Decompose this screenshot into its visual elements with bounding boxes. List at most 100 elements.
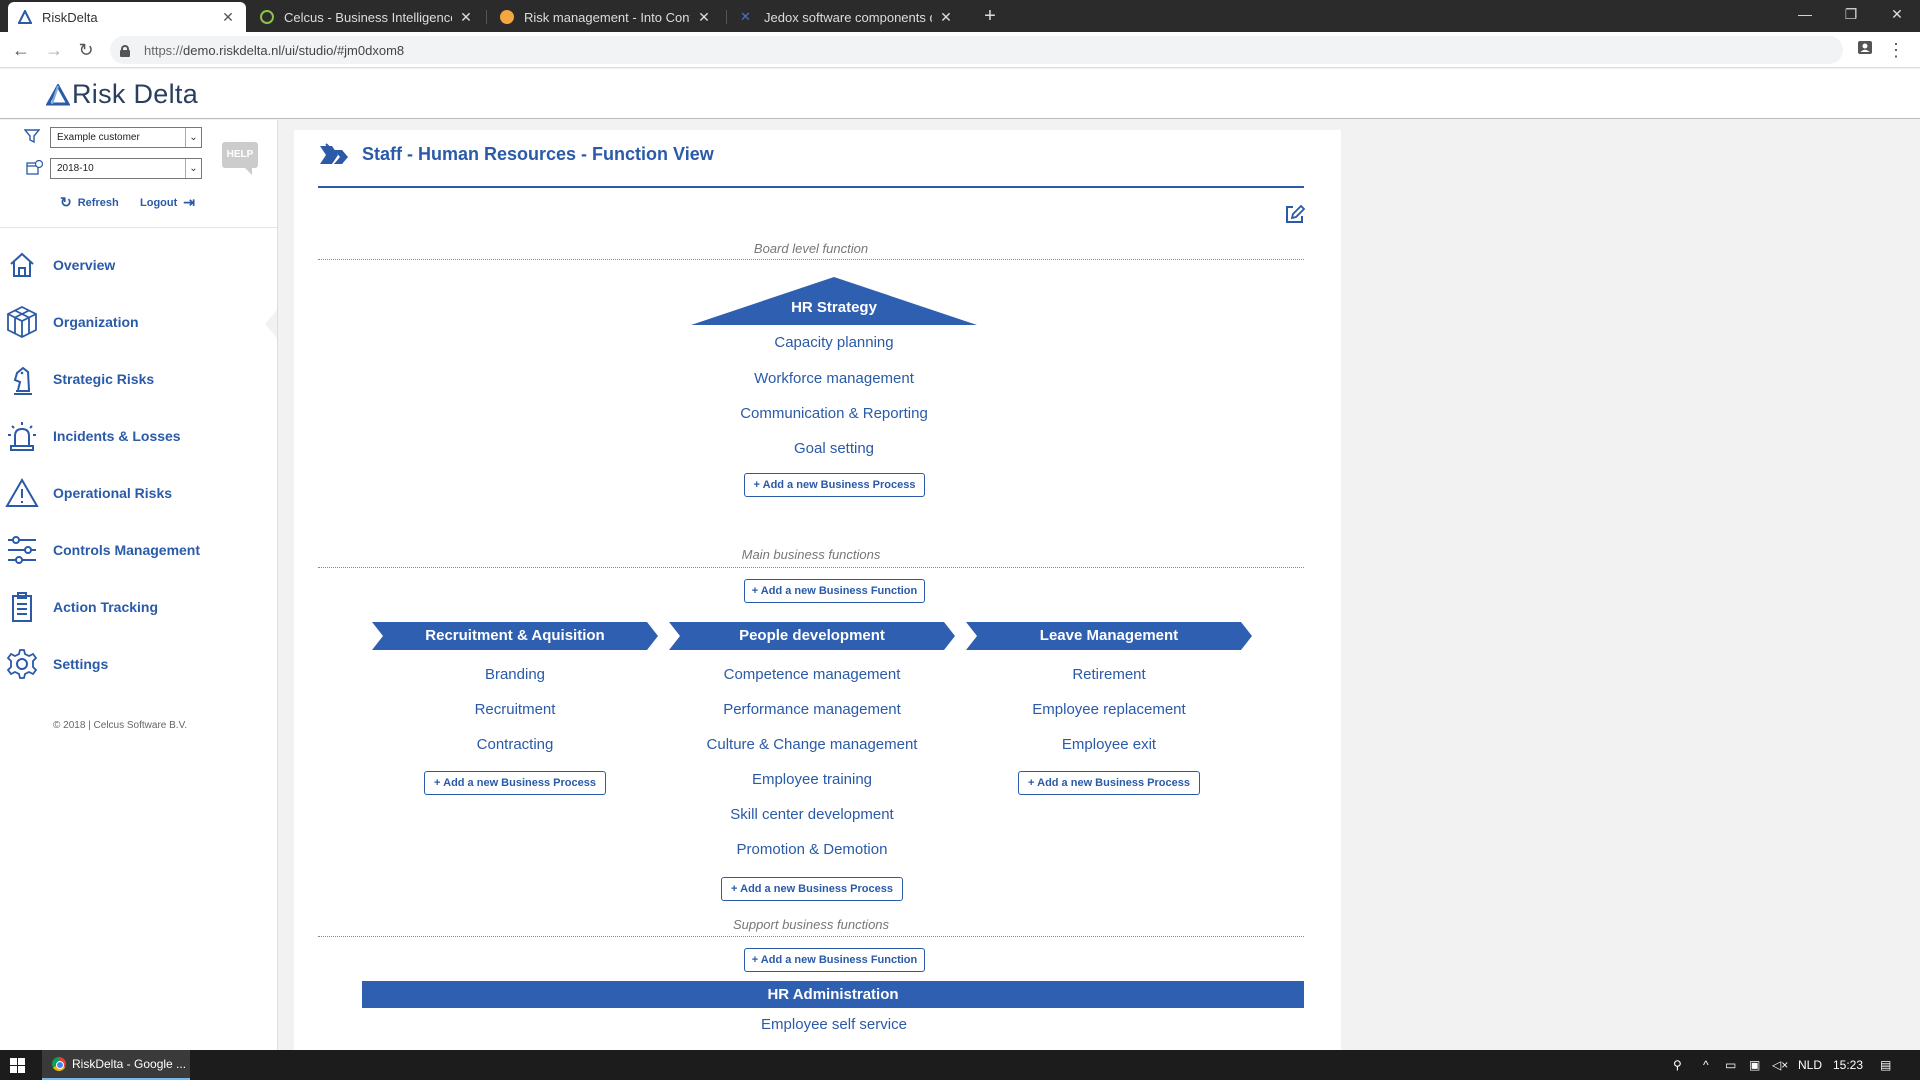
process-contracting[interactable]: Contracting <box>370 736 660 753</box>
reload-button[interactable]: ↻ <box>74 38 98 62</box>
people-icon[interactable]: ⚲ <box>1673 1050 1682 1080</box>
refresh-button[interactable]: ↻ Refresh <box>60 194 119 211</box>
browser-menu-icon[interactable]: ⋮ <box>1884 38 1908 62</box>
help-button[interactable]: HELP <box>222 142 258 175</box>
sidebar-item-organization[interactable]: Organization <box>0 299 277 345</box>
address-bar[interactable]: https:// demo.riskdelta.nl/ui/studio/#jm… <box>110 36 1843 64</box>
sidebar-item-operational-risks[interactable]: Operational Risks <box>0 470 277 516</box>
windows-start-icon[interactable] <box>10 1058 25 1073</box>
taskbar-app-label: RiskDelta - Google ... <box>72 1057 187 1071</box>
sidebar-item-controls-management[interactable]: Controls Management <box>0 527 277 573</box>
process-skill-center-development[interactable]: Skill center development <box>667 806 957 823</box>
main-function-recruitment[interactable]: Recruitment & Aquisition <box>372 622 658 650</box>
add-business-function-button[interactable]: + Add a new Business Function <box>744 948 925 972</box>
logout-button[interactable]: Logout ⇥ <box>140 194 195 211</box>
process-employee-training[interactable]: Employee training <box>667 771 957 788</box>
customer-select[interactable]: Example customer ⌄ <box>50 127 202 148</box>
section-label-main: Main business functions <box>741 547 881 562</box>
alarm-light-icon <box>4 418 40 454</box>
taskbar-app-chrome[interactable]: RiskDelta - Google ... <box>42 1050 190 1080</box>
process-promotion-demotion[interactable]: Promotion & Demotion <box>667 841 957 858</box>
process-employee-replacement[interactable]: Employee replacement <box>964 701 1254 718</box>
process-recruitment[interactable]: Recruitment <box>370 701 660 718</box>
sidebar-item-incidents-losses[interactable]: Incidents & Losses <box>0 413 277 459</box>
board-function-hr-strategy[interactable]: HR Strategy <box>691 277 977 327</box>
add-business-function-button[interactable]: + Add a new Business Function <box>744 579 925 603</box>
language-indicator[interactable]: NLD <box>1798 1050 1822 1080</box>
new-tab-button[interactable]: + <box>978 4 1002 28</box>
chevron-down-icon: ⌄ <box>185 128 201 147</box>
process-employee-self-service[interactable]: Employee self service <box>689 1016 979 1033</box>
sidebar-divider <box>0 227 277 228</box>
profile-icon[interactable] <box>1853 38 1877 62</box>
close-tab-icon[interactable]: ✕ <box>220 9 236 26</box>
process-employee-exit[interactable]: Employee exit <box>964 736 1254 753</box>
sliders-icon <box>4 532 40 568</box>
notifications-icon[interactable]: ▤ <box>1880 1050 1891 1080</box>
forward-button[interactable]: → <box>42 38 66 62</box>
process-communication-reporting[interactable]: Communication & Reporting <box>689 405 979 422</box>
warning-icon <box>4 475 40 511</box>
process-goal-setting[interactable]: Goal setting <box>689 440 979 457</box>
tab-title: Celcus - Business Intelligence en <box>284 9 452 25</box>
process-competence-management[interactable]: Competence management <box>667 666 957 683</box>
browser-tab-intocontrol[interactable]: Risk management - Into Control ✕ <box>490 2 722 32</box>
process-workforce-management[interactable]: Workforce management <box>689 370 979 387</box>
period-select[interactable]: 2018-10 ⌄ <box>50 158 202 179</box>
close-tab-icon[interactable]: ✕ <box>458 9 474 26</box>
close-tab-icon[interactable]: ✕ <box>696 9 712 26</box>
gear-icon <box>4 646 40 682</box>
process-performance-management[interactable]: Performance management <box>667 701 957 718</box>
edit-icon[interactable] <box>1284 203 1306 225</box>
clock[interactable]: 15:23 <box>1833 1050 1863 1080</box>
process-capacity-planning[interactable]: Capacity planning <box>689 334 979 351</box>
close-window-button[interactable]: ✕ <box>1874 0 1920 28</box>
tab-separator <box>486 10 487 24</box>
customer-select-value: Example customer <box>57 132 140 143</box>
sidebar-item-strategic-risks[interactable]: Strategic Risks <box>0 356 277 402</box>
battery-icon[interactable]: ▭ <box>1725 1050 1736 1080</box>
function-name: Recruitment & Aquisition <box>425 627 605 644</box>
network-icon[interactable]: ▣ <box>1749 1050 1760 1080</box>
main-function-leave-management[interactable]: Leave Management <box>966 622 1252 650</box>
support-function-hr-administration[interactable]: HR Administration <box>362 981 1304 1008</box>
process-culture-change-management[interactable]: Culture & Change management <box>667 736 957 753</box>
logout-icon: ⇥ <box>183 194 195 210</box>
section-label-support: Support business functions <box>732 917 890 932</box>
riskdelta-logo[interactable]: Risk Delta <box>46 79 198 110</box>
browser-toolbar: ← → ↻ https:// demo.riskdelta.nl/ui/stud… <box>0 32 1920 68</box>
celcus-favicon-icon <box>260 10 274 24</box>
section-divider <box>318 567 1304 568</box>
main-function-people-development[interactable]: People development <box>669 622 955 650</box>
browser-tab-strip: RiskDelta ✕ Celcus - Business Intelligen… <box>0 0 1920 32</box>
volume-muted-icon[interactable]: ◁× <box>1772 1050 1788 1080</box>
browser-tab-jedox[interactable]: ✕ Jedox software components driv ✕ <box>730 2 964 32</box>
tray-chevron-up-icon[interactable]: ^ <box>1703 1050 1709 1080</box>
sidebar-item-label: Action Tracking <box>53 599 159 615</box>
title-underline <box>318 186 1304 188</box>
sidebar-item-settings[interactable]: Settings <box>0 641 277 687</box>
sidebar-item-overview[interactable]: Overview <box>0 242 277 288</box>
add-business-process-button[interactable]: + Add a new Business Process <box>424 771 606 795</box>
process-branding[interactable]: Branding <box>370 666 660 683</box>
logout-label: Logout <box>140 196 178 209</box>
add-business-process-button[interactable]: + Add a new Business Process <box>1018 771 1200 795</box>
refresh-icon: ↻ <box>60 194 72 210</box>
add-business-process-button[interactable]: + Add a new Business Process <box>721 877 903 901</box>
add-business-process-button[interactable]: + Add a new Business Process <box>744 473 925 497</box>
browser-tab-celcus[interactable]: Celcus - Business Intelligence en ✕ <box>250 2 484 32</box>
clipboard-icon <box>4 589 40 625</box>
tab-title: RiskDelta <box>42 9 98 25</box>
back-button[interactable]: ← <box>9 38 33 62</box>
restore-window-button[interactable]: ❐ <box>1828 0 1874 28</box>
function-name: People development <box>739 627 885 644</box>
process-retirement[interactable]: Retirement <box>964 666 1254 683</box>
browser-tab-riskdelta[interactable]: RiskDelta ✕ <box>8 2 246 32</box>
sidebar-item-action-tracking[interactable]: Action Tracking <box>0 584 277 630</box>
refresh-label: Refresh <box>77 196 119 209</box>
cube-icon <box>4 304 40 340</box>
page-title: Staff - Human Resources - Function View <box>362 143 714 164</box>
minimize-window-button[interactable]: — <box>1782 0 1828 28</box>
filter-icon <box>24 129 40 144</box>
close-tab-icon[interactable]: ✕ <box>938 9 954 26</box>
